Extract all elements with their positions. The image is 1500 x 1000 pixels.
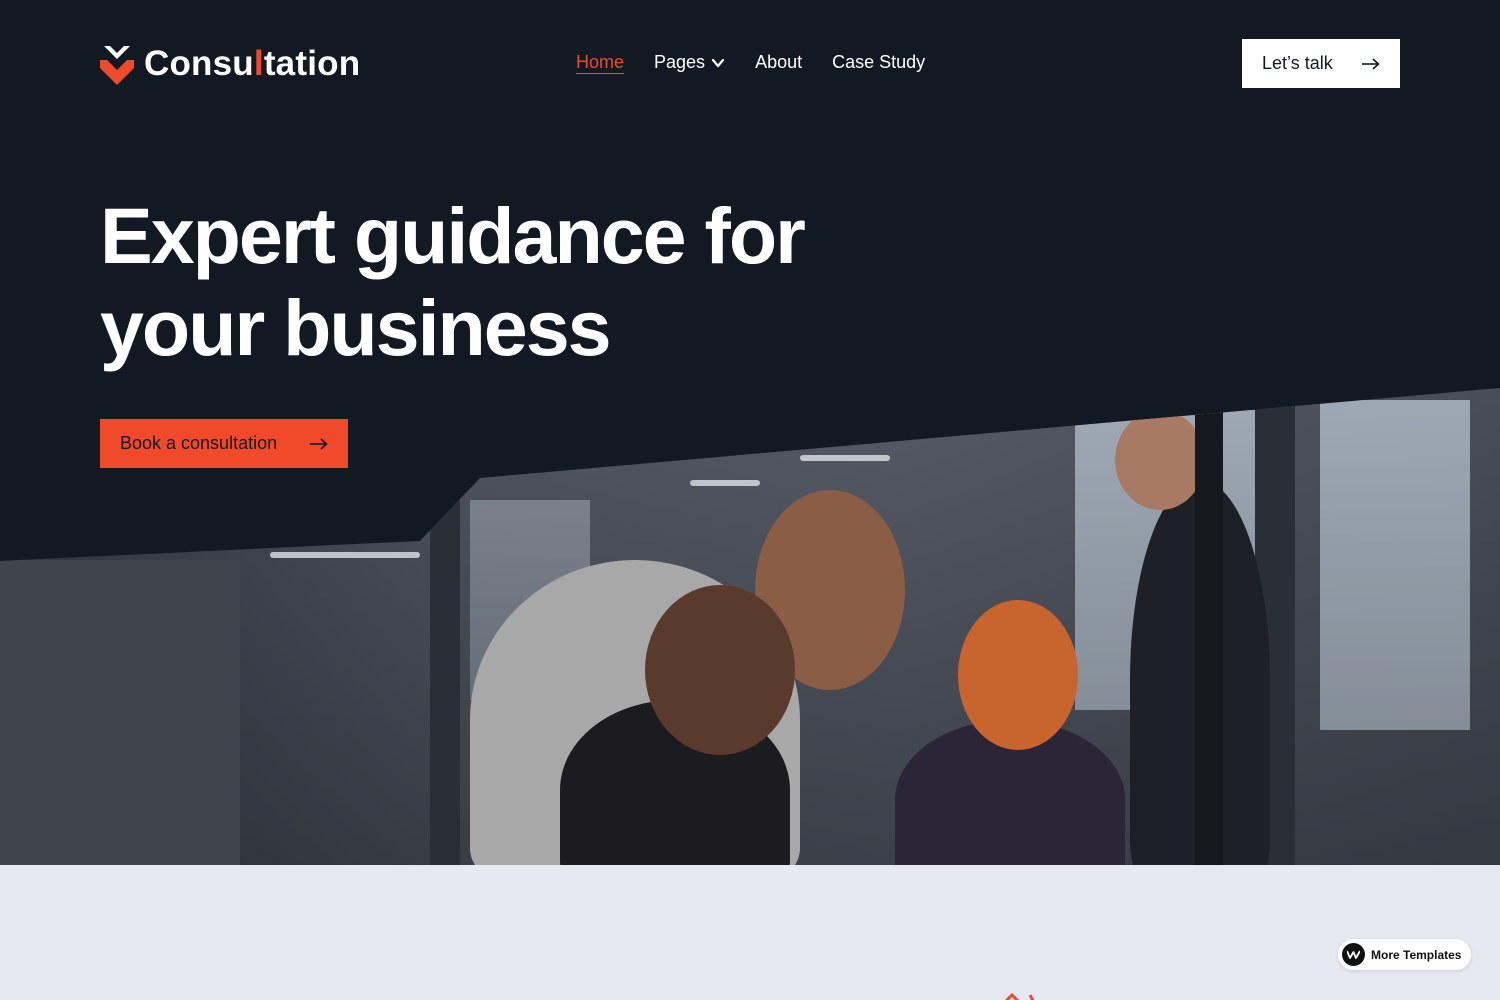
main-nav: Home Pages About Case Study	[576, 52, 925, 73]
features-section	[0, 865, 1500, 1000]
arrow-right-icon	[1362, 57, 1380, 70]
nav-home[interactable]: Home	[576, 52, 624, 73]
hero-headline-line1: Expert guidance for	[100, 191, 806, 280]
chevron-down-icon	[711, 58, 725, 67]
book-consultation-button[interactable]: Book a consultation	[100, 419, 348, 468]
hero-headline: Expert guidance for your business	[100, 190, 900, 374]
feature-icon	[1004, 993, 1035, 1000]
lets-talk-button[interactable]: Let’s talk	[1242, 39, 1400, 88]
brand-name: Consultation	[144, 44, 361, 83]
nav-case-study[interactable]: Case Study	[832, 52, 925, 73]
more-templates-label: More Templates	[1371, 947, 1462, 962]
nav-pages-label: Pages	[654, 52, 706, 72]
hero-section: Consultation Home Pages About Case Study…	[0, 0, 1500, 865]
brand-logo[interactable]: Consultation	[100, 42, 360, 86]
chevron-logo-icon	[100, 46, 134, 85]
nav-about[interactable]: About	[755, 52, 802, 73]
book-consultation-label: Book a consultation	[120, 433, 278, 453]
hero-headline-line2: your business	[100, 283, 612, 372]
more-templates-badge[interactable]: More Templates	[1338, 939, 1472, 970]
webflow-icon	[1342, 943, 1365, 966]
lets-talk-label: Let’s talk	[1262, 53, 1333, 73]
nav-pages[interactable]: Pages	[654, 52, 725, 73]
arrow-right-icon	[310, 437, 328, 450]
